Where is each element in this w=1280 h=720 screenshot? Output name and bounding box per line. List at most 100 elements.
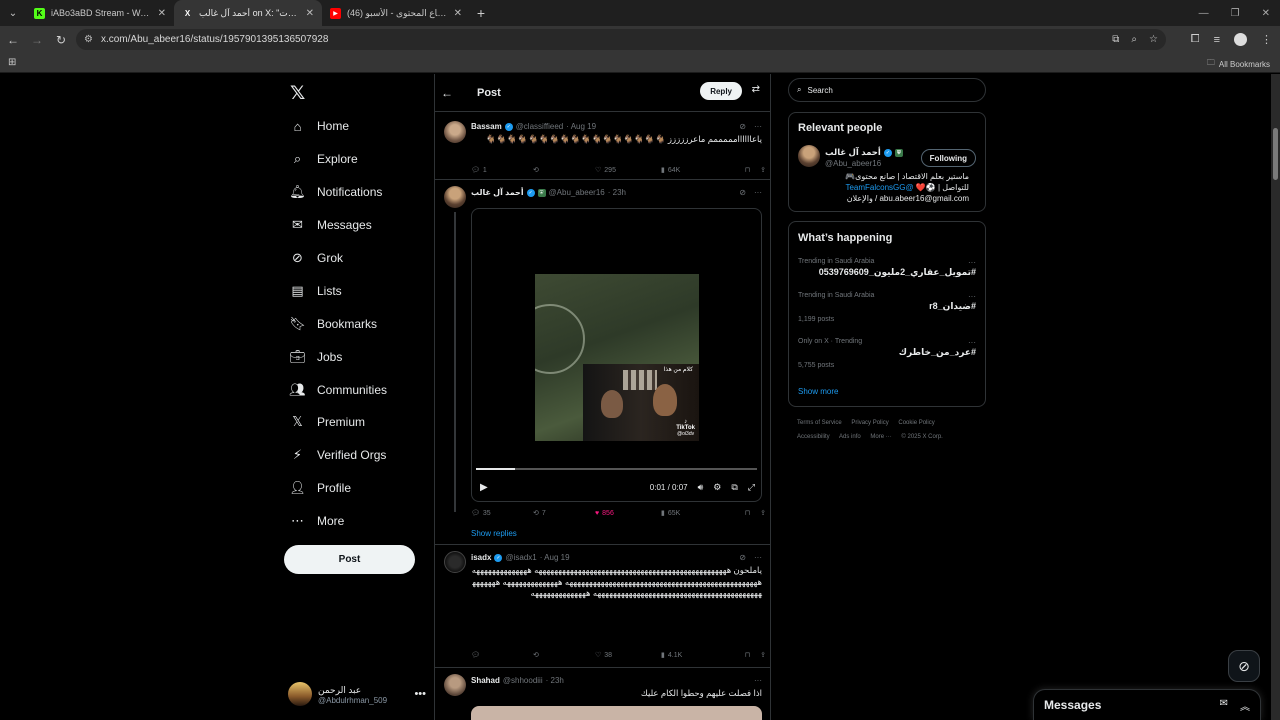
- footer-link[interactable]: Accessibility: [797, 434, 830, 440]
- back-arrow-icon[interactable]: ←: [441, 86, 471, 100]
- repost-action[interactable]: ⟲ 7: [533, 509, 595, 518]
- bookmark-star-icon[interactable]: ☆: [1149, 34, 1158, 45]
- search-input[interactable]: ⌕ Search: [788, 78, 986, 102]
- close-tab-icon[interactable]: ✕: [306, 8, 314, 19]
- nav-item-verified-orgs[interactable]: ⚡ Verified Orgs: [290, 443, 386, 467]
- views-action[interactable]: ▮ 64K: [661, 166, 731, 175]
- repost-action[interactable]: ⟲: [533, 166, 595, 174]
- avatar[interactable]: [798, 145, 820, 167]
- footer-link[interactable]: Terms of Service: [797, 420, 842, 426]
- views-action[interactable]: ▮ 4.1K: [661, 651, 731, 660]
- compose-post-button[interactable]: Post: [284, 545, 415, 574]
- nav-item-jobs[interactable]: 💼︎ Jobs: [289, 345, 342, 369]
- person-name-row[interactable]: أحمد آل غالب ✓ ⛨: [825, 147, 903, 158]
- tab-search-icon[interactable]: ⌄: [0, 0, 26, 26]
- video-player[interactable]: كلام من هذا ♪ TikTok @oi3dv ▶ 0:01 / 0:0…: [471, 208, 762, 502]
- forward-arrow-icon[interactable]: →: [26, 33, 48, 47]
- views-action[interactable]: ▮ 65K: [661, 509, 731, 518]
- avatar[interactable]: [444, 186, 466, 208]
- like-action[interactable]: ♥ 856: [595, 510, 661, 517]
- nav-item-lists[interactable]: ▤ Lists: [290, 279, 341, 303]
- account-switcher[interactable]: عبد الرحمن @Abdulrhman_509 •••: [288, 678, 426, 710]
- tab-media-icon[interactable]: ≡: [1214, 34, 1220, 46]
- like-action[interactable]: ♡ 38: [595, 651, 661, 660]
- avatar[interactable]: [444, 674, 466, 696]
- extensions-icon[interactable]: ⧠: [1191, 33, 1200, 46]
- address-bar[interactable]: ⚙ x.com/Abu_abeer16/status/1957901395136…: [76, 29, 1166, 50]
- tweet-time[interactable]: · 23h: [546, 676, 564, 685]
- tweet-time[interactable]: · Aug 19: [566, 122, 596, 131]
- new-message-icon[interactable]: ✉: [1220, 698, 1228, 713]
- footer-link[interactable]: Cookie Policy: [898, 420, 934, 426]
- more-dots-icon[interactable]: ···: [754, 122, 762, 131]
- browser-tab-youtube[interactable]: ▶ (46) دوري صناع المحتوى - الأسبو ✕: [322, 0, 470, 26]
- picture-in-picture-icon[interactable]: ⧉: [731, 482, 737, 493]
- reply-action[interactable]: 💬︎ 1: [471, 166, 533, 175]
- maximize-icon[interactable]: ❐: [1231, 8, 1240, 19]
- grok-floating-button[interactable]: ⊘: [1228, 650, 1260, 682]
- show-replies-link[interactable]: Show replies: [471, 529, 517, 538]
- footer-link[interactable]: Privacy Policy: [851, 420, 888, 426]
- back-arrow-icon[interactable]: ←: [2, 33, 24, 47]
- person-handle[interactable]: @Abu_abeer16: [825, 159, 881, 168]
- reload-icon[interactable]: ↻: [50, 33, 72, 47]
- play-icon[interactable]: ▶: [480, 482, 488, 493]
- nav-item-communities[interactable]: 👥︎ Communities: [289, 378, 387, 402]
- avatar[interactable]: [444, 551, 466, 573]
- author-name[interactable]: أحمد آل غالب: [471, 188, 524, 197]
- nav-item-messages[interactable]: ✉ Messages: [290, 213, 372, 237]
- trend-item[interactable]: Only on X · Trending #عرد_من_خاطرك 5,755…: [798, 338, 976, 369]
- volume-icon[interactable]: 🔊︎: [698, 482, 704, 493]
- more-dots-icon[interactable]: ···: [968, 258, 976, 267]
- more-dots-icon[interactable]: ···: [754, 188, 762, 197]
- scrollbar-thumb[interactable]: [1273, 128, 1278, 180]
- nav-item-home[interactable]: ⌂ Home: [290, 114, 349, 138]
- share-icon[interactable]: ⇪: [760, 509, 766, 517]
- more-dots-icon[interactable]: ···: [754, 676, 762, 685]
- reply-action[interactable]: 💬︎: [471, 651, 533, 659]
- show-more-link[interactable]: Show more: [798, 387, 838, 396]
- more-dots-icon[interactable]: ···: [754, 553, 762, 562]
- video-frame[interactable]: كلام من هذا ♪ TikTok @oi3dv: [535, 274, 699, 441]
- settings-gear-icon[interactable]: ⚙: [713, 482, 721, 493]
- trend-item[interactable]: Trending in Saudi Arabia #ضيدان_r8 1,199…: [798, 292, 976, 323]
- minimize-icon[interactable]: —: [1199, 8, 1209, 19]
- author-name[interactable]: Shahad: [471, 676, 500, 685]
- expand-chevron-icon[interactable]: ︽: [1240, 698, 1250, 713]
- footer-link[interactable]: More ···: [870, 434, 891, 440]
- nav-item-explore[interactable]: ⌕ Explore: [290, 147, 358, 171]
- x-logo-icon[interactable]: 𝕏: [290, 82, 305, 105]
- author-handle[interactable]: @Abu_abeer16: [549, 188, 605, 197]
- all-bookmarks-button[interactable]: 🗀︎ All Bookmarks: [1207, 57, 1270, 71]
- grok-icon[interactable]: ⊘: [739, 122, 746, 131]
- author-handle[interactable]: @classiffieed: [516, 122, 564, 131]
- close-tab-icon[interactable]: ✕: [454, 8, 462, 19]
- site-settings-icon[interactable]: ⚙: [84, 34, 93, 45]
- nav-item-premium[interactable]: 𝕏 Premium: [290, 410, 365, 434]
- author-handle[interactable]: @shhoodiii: [503, 676, 543, 685]
- fullscreen-icon[interactable]: ⤢: [748, 482, 755, 493]
- reply-filter-icon[interactable]: ⇄: [752, 84, 760, 95]
- tweet-time[interactable]: · Aug 19: [540, 553, 570, 562]
- bookmark-icon[interactable]: ⊓: [745, 166, 750, 174]
- apps-grid-icon[interactable]: ⊞: [8, 57, 16, 68]
- nav-item-bookmarks[interactable]: 🔖︎ Bookmarks: [289, 312, 377, 336]
- browser-tab-kick[interactable]: K iABo3aBD Stream - Watch Live ✕: [26, 0, 174, 26]
- nav-item-profile[interactable]: 👤︎ Profile: [289, 476, 351, 500]
- trend-item[interactable]: Trending in Saudi Arabia #تمويل_عقاري_2م…: [798, 258, 976, 278]
- reply-tweet[interactable]: Shahad @shhoodiii · 23h ··· اذا فصلت علي…: [435, 668, 770, 720]
- reply-action[interactable]: 💬︎ 35: [471, 509, 533, 518]
- nav-item-more[interactable]: ⋯ More: [290, 509, 344, 533]
- video-progress-bar[interactable]: [476, 468, 757, 470]
- more-dots-icon[interactable]: •••: [414, 688, 426, 700]
- reply-button[interactable]: Reply: [700, 82, 742, 100]
- close-tab-icon[interactable]: ✕: [158, 8, 166, 19]
- author-handle[interactable]: @isadx1: [505, 553, 536, 562]
- new-tab-button[interactable]: +: [470, 5, 492, 21]
- bookmark-icon[interactable]: ⊓: [745, 509, 750, 517]
- more-dots-icon[interactable]: ···: [968, 338, 976, 347]
- author-name[interactable]: isadx: [471, 553, 491, 562]
- tweet-media[interactable]: [471, 706, 762, 720]
- page-scrollbar[interactable]: [1271, 74, 1280, 720]
- tweet-time[interactable]: · 23h: [608, 188, 626, 197]
